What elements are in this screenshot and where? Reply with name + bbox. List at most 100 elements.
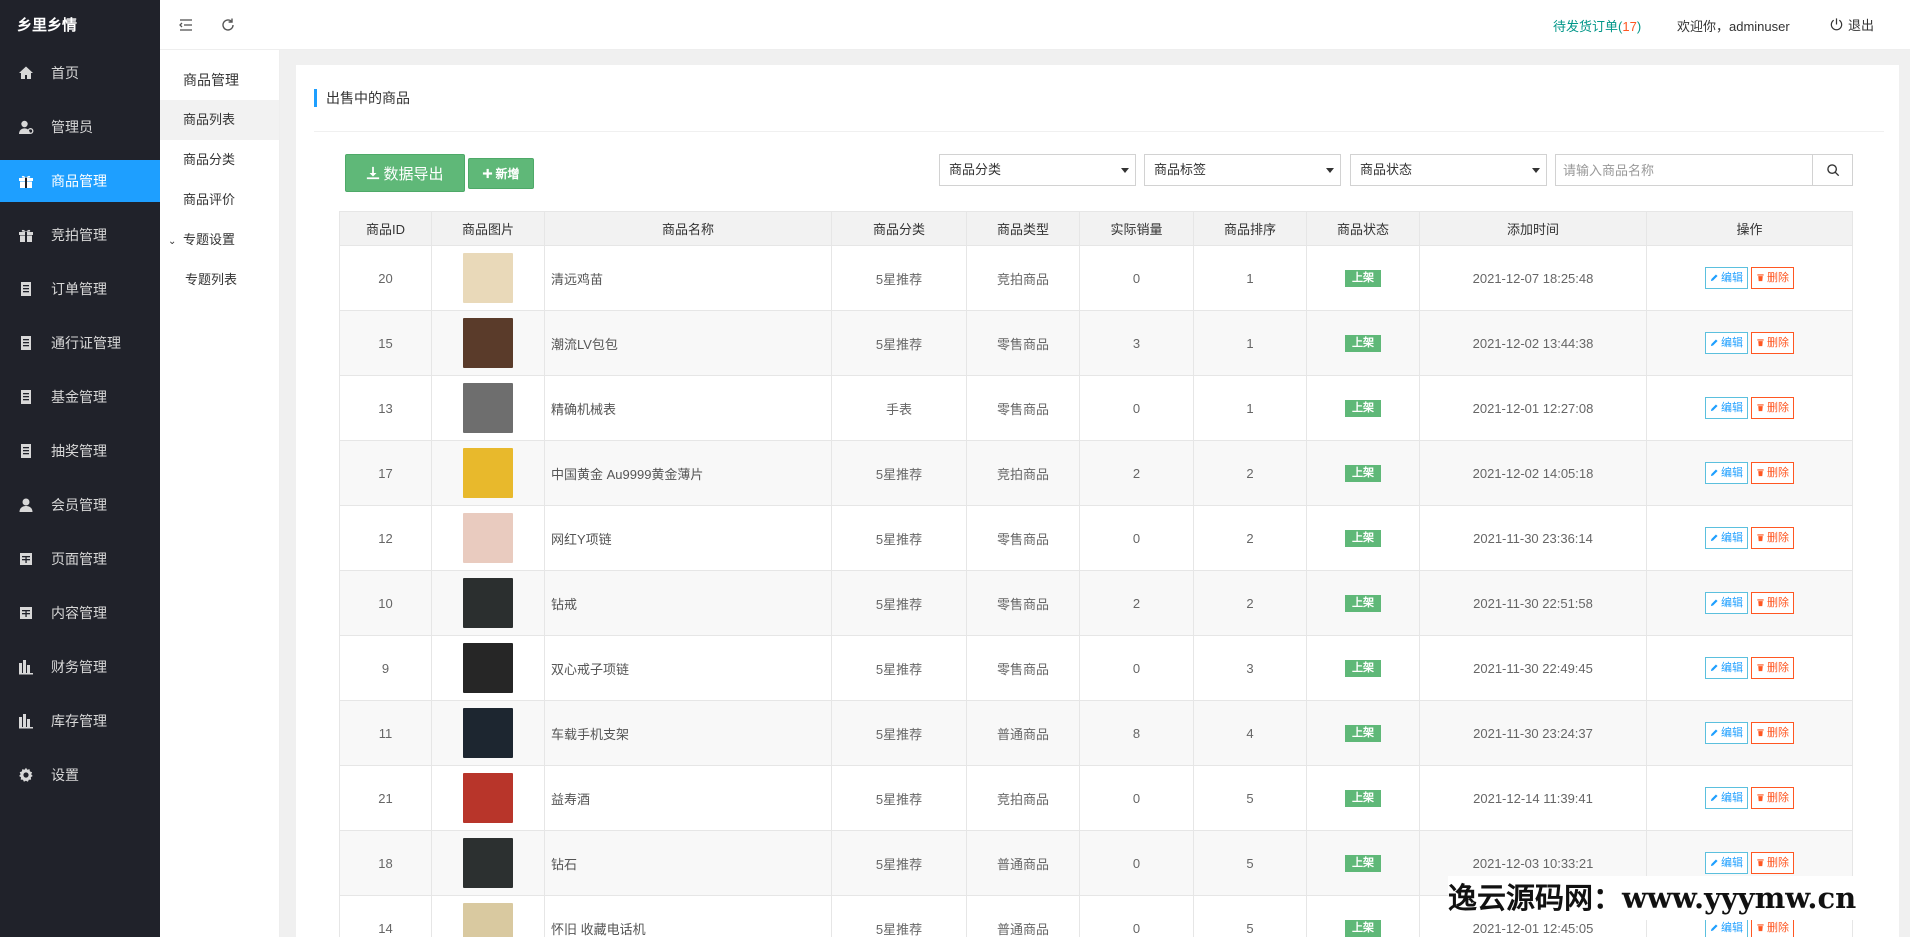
table-row[interactable]: 12 网红Y项链 5星推荐 零售商品 0 2 上架 2021-11-30 23:36:14 编辑…	[339, 505, 1853, 571]
edit-button[interactable]: 编辑	[1705, 527, 1748, 549]
status-select[interactable]: 商品状态	[1350, 154, 1547, 186]
status-badge[interactable]: 上架	[1345, 270, 1381, 287]
status-badge[interactable]: 上架	[1345, 920, 1381, 937]
column-header[interactable]: 添加时间	[1419, 211, 1647, 246]
status-badge[interactable]: 上架	[1345, 595, 1381, 612]
sidebar-item-7[interactable]: 抽奖管理	[0, 430, 160, 472]
sidebar-item-13[interactable]: 设置	[0, 754, 160, 796]
delete-button[interactable]: 删除	[1751, 462, 1794, 484]
add-button[interactable]: 新增	[468, 158, 534, 189]
delete-button[interactable]: 删除	[1751, 592, 1794, 614]
column-header[interactable]: 商品ID	[339, 211, 432, 246]
submenu-item-product-review[interactable]: 商品评价	[160, 180, 279, 220]
cell-name: 精确机械表	[544, 375, 832, 441]
collapse-menu-icon[interactable]	[176, 15, 196, 35]
sidebar-item-label: 首页	[51, 65, 79, 81]
sidebar-item-4[interactable]: 订单管理	[0, 268, 160, 310]
column-header[interactable]: 商品图片	[431, 211, 545, 246]
table-row[interactable]: 15 潮流LV包包 5星推荐 零售商品 3 1 上架 2021-12-02 13:44:38 编…	[339, 310, 1853, 376]
product-thumbnail[interactable]	[463, 773, 513, 823]
delete-button[interactable]: 删除	[1751, 527, 1794, 549]
status-badge[interactable]: 上架	[1345, 855, 1381, 872]
chevron-down-icon: ⌄	[168, 236, 177, 247]
edit-button[interactable]: 编辑	[1705, 332, 1748, 354]
product-thumbnail[interactable]	[463, 903, 513, 937]
sidebar-item-9[interactable]: 页面管理	[0, 538, 160, 580]
refresh-icon[interactable]	[218, 15, 238, 35]
tag-select[interactable]: 商品标签	[1144, 154, 1341, 186]
column-header[interactable]: 实际销量	[1079, 211, 1194, 246]
search-input[interactable]	[1555, 154, 1813, 186]
sidebar-item-6[interactable]: 基金管理	[0, 376, 160, 418]
submenu-group-topic[interactable]: ⌄ 专题设置	[160, 220, 279, 260]
product-thumbnail[interactable]	[463, 643, 513, 693]
submenu-item-product-category[interactable]: 商品分类	[160, 140, 279, 180]
product-thumbnail[interactable]	[463, 253, 513, 303]
edit-button[interactable]: 编辑	[1705, 917, 1748, 937]
product-thumbnail[interactable]	[463, 448, 513, 498]
delete-button[interactable]: 删除	[1751, 267, 1794, 289]
submenu-item-topic-list[interactable]: 专题列表	[160, 260, 279, 300]
delete-button[interactable]: 删除	[1751, 657, 1794, 679]
sidebar-item-5[interactable]: 通行证管理	[0, 322, 160, 364]
sidebar-item-10[interactable]: 内容管理	[0, 592, 160, 634]
sidebar-item-1[interactable]: 管理员	[0, 106, 160, 148]
status-badge[interactable]: 上架	[1345, 660, 1381, 677]
column-header[interactable]: 商品排序	[1193, 211, 1307, 246]
status-badge[interactable]: 上架	[1345, 725, 1381, 742]
sidebar-item-12[interactable]: 库存管理	[0, 700, 160, 742]
column-header[interactable]: 商品名称	[544, 211, 832, 246]
column-header[interactable]: 操作	[1646, 211, 1853, 246]
column-header[interactable]: 商品分类	[831, 211, 967, 246]
delete-button[interactable]: 删除	[1751, 397, 1794, 419]
table-row[interactable]: 17 中国黄金 Au9999黄金薄片 5星推荐 竞拍商品 2 2 上架 2021-12-02 …	[339, 440, 1853, 506]
table-row[interactable]: 13 精确机械表 手表 零售商品 0 1 上架 2021-12-01 12:27:08 编辑 删除	[339, 375, 1853, 441]
sidebar-item-2[interactable]: 商品管理	[0, 160, 160, 202]
edit-button[interactable]: 编辑	[1705, 397, 1748, 419]
search-button[interactable]	[1812, 154, 1853, 186]
sidebar-item-8[interactable]: 会员管理	[0, 484, 160, 526]
edit-button[interactable]: 编辑	[1705, 722, 1748, 744]
sidebar-item-0[interactable]: 首页	[0, 52, 160, 94]
status-badge[interactable]: 上架	[1345, 530, 1381, 547]
category-select[interactable]: 商品分类	[939, 154, 1136, 186]
product-thumbnail[interactable]	[463, 708, 513, 758]
cell-status: 上架	[1306, 245, 1420, 311]
cell-name: 潮流LV包包	[544, 310, 832, 376]
delete-button[interactable]: 删除	[1751, 722, 1794, 744]
status-badge[interactable]: 上架	[1345, 400, 1381, 417]
delete-button[interactable]: 删除	[1751, 787, 1794, 809]
sidebar-item-3[interactable]: 竞拍管理	[0, 214, 160, 256]
cell-name: 钻石	[544, 830, 832, 896]
edit-button[interactable]: 编辑	[1705, 787, 1748, 809]
product-thumbnail[interactable]	[463, 578, 513, 628]
table-row[interactable]: 21 益寿酒 5星推荐 竞拍商品 0 5 上架 2021-12-14 11:39:41 编辑 删除	[339, 765, 1853, 831]
table-row[interactable]: 10 钻戒 5星推荐 零售商品 2 2 上架 2021-11-30 22:51:58 编辑 删除	[339, 570, 1853, 636]
table-row[interactable]: 20 清远鸡苗 5星推荐 竞拍商品 0 1 上架 2021-12-07 18:25:48 编辑删…	[339, 245, 1853, 311]
delete-button[interactable]: 删除	[1751, 917, 1794, 937]
pending-orders-link[interactable]: 待发货订单(17)	[1553, 16, 1641, 35]
delete-button[interactable]: 删除	[1751, 852, 1794, 874]
edit-button[interactable]: 编辑	[1705, 852, 1748, 874]
status-badge[interactable]: 上架	[1345, 335, 1381, 352]
column-header[interactable]: 商品类型	[966, 211, 1080, 246]
column-header[interactable]: 商品状态	[1306, 211, 1420, 246]
edit-button[interactable]: 编辑	[1705, 267, 1748, 289]
submenu-item-product-list[interactable]: 商品列表	[160, 100, 279, 140]
product-thumbnail[interactable]	[463, 383, 513, 433]
cell-time: 2021-11-30 23:24:37	[1419, 700, 1647, 766]
table-row[interactable]: 9 双心戒子项链 5星推荐 零售商品 0 3 上架 2021-11-30 22:49:45 编辑…	[339, 635, 1853, 701]
edit-button[interactable]: 编辑	[1705, 462, 1748, 484]
product-thumbnail[interactable]	[463, 513, 513, 563]
status-badge[interactable]: 上架	[1345, 790, 1381, 807]
product-thumbnail[interactable]	[463, 838, 513, 888]
export-button[interactable]: 数据导出	[345, 154, 465, 192]
edit-button[interactable]: 编辑	[1705, 657, 1748, 679]
delete-button[interactable]: 删除	[1751, 332, 1794, 354]
product-thumbnail[interactable]	[463, 318, 513, 368]
logout-button[interactable]: 退出	[1829, 15, 1874, 34]
edit-button[interactable]: 编辑	[1705, 592, 1748, 614]
sidebar-item-11[interactable]: 财务管理	[0, 646, 160, 688]
status-badge[interactable]: 上架	[1345, 465, 1381, 482]
table-row[interactable]: 11 车载手机支架 5星推荐 普通商品 8 4 上架 2021-11-30 23:24:37 编…	[339, 700, 1853, 766]
